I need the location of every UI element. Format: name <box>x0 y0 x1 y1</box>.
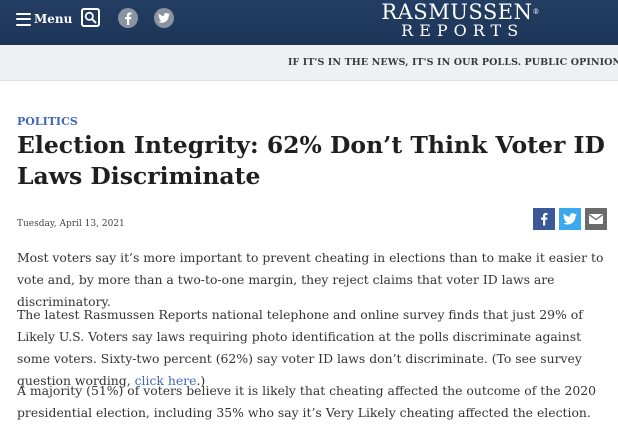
facebook-icon <box>125 12 132 25</box>
menu-button[interactable]: Menu <box>16 9 72 29</box>
twitter-header-button[interactable] <box>154 8 174 28</box>
category-link[interactable]: POLITICS <box>17 115 78 128</box>
article-headline: Election Integrity: 62% Don’t Think Vote… <box>17 131 605 190</box>
news-ticker: IF IT'S IN THE NEWS, IT'S IN OUR POLLS. … <box>0 45 618 81</box>
share-twitter-button[interactable] <box>559 208 581 230</box>
article-date: Tuesday, April 13, 2021 <box>17 219 125 229</box>
share-facebook-button[interactable] <box>533 208 555 230</box>
facebook-header-button[interactable] <box>118 8 138 28</box>
hamburger-icon <box>16 12 31 26</box>
search-icon <box>84 11 97 24</box>
twitter-icon <box>563 213 577 225</box>
facebook-icon <box>541 213 548 226</box>
article-paragraph-3: A majority (51%) of voters believe it is… <box>17 383 597 420</box>
share-email-button[interactable] <box>585 208 607 230</box>
paragraph-2-text: The latest Rasmussen Reports national te… <box>17 307 583 388</box>
twitter-icon <box>158 13 170 23</box>
site-header: Menu RASMUSSEN® REPORTS <box>0 0 618 45</box>
site-logo[interactable]: RASMUSSEN® REPORTS <box>381 2 540 39</box>
menu-label: Menu <box>34 12 73 26</box>
search-button[interactable] <box>81 8 100 27</box>
ticker-text: IF IT'S IN THE NEWS, IT'S IN OUR POLLS. … <box>288 57 618 68</box>
email-icon <box>589 214 603 224</box>
trademark-mark: ® <box>532 8 540 16</box>
article-paragraph-2: The latest Rasmussen Reports national te… <box>17 304 609 392</box>
brand-name-bottom: REPORTS <box>401 21 525 40</box>
